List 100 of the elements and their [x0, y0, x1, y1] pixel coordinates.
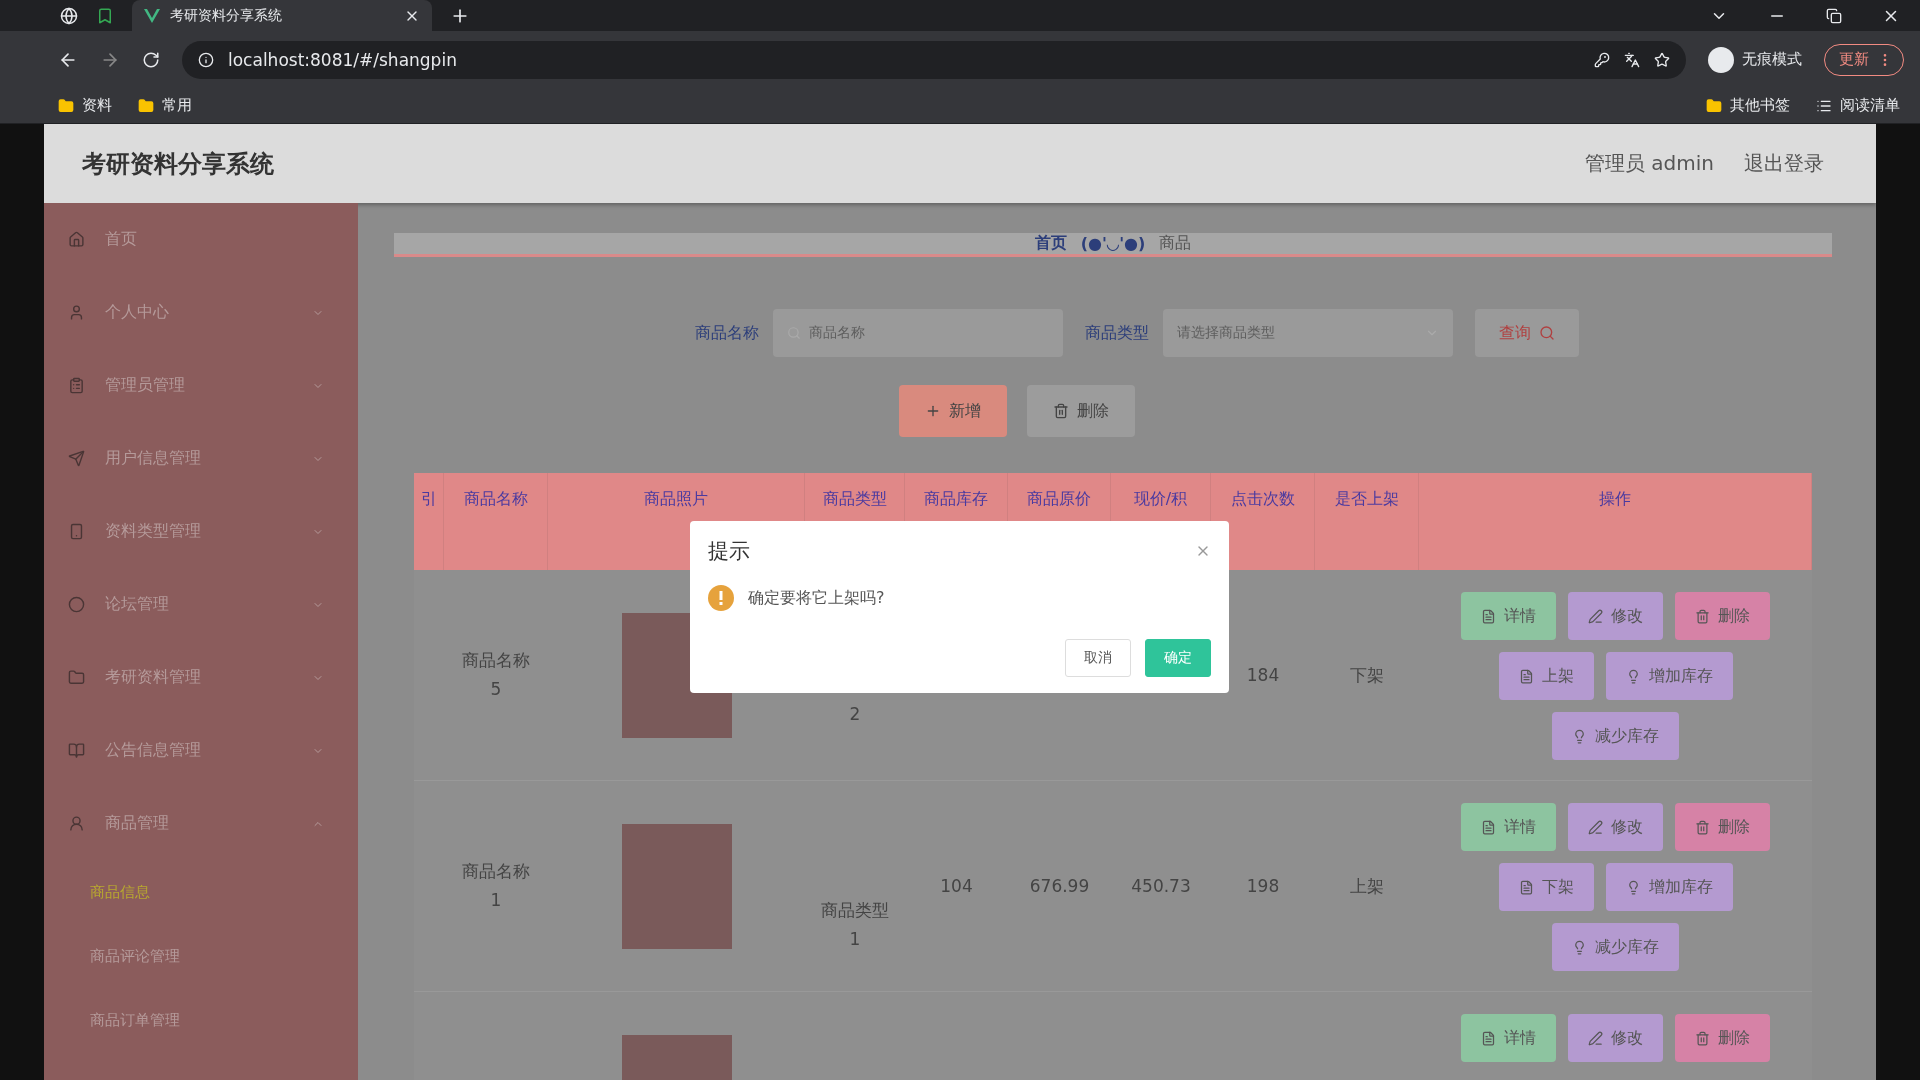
incognito-avatar [1708, 46, 1734, 73]
button-icon [1695, 1030, 1710, 1046]
button-icon [1481, 608, 1496, 624]
breadcrumb-link[interactable]: 首页 [1034, 233, 1067, 254]
button-icon [1572, 939, 1587, 955]
sidebar-item[interactable]: 资料类型管理 [44, 495, 358, 568]
plus-icon [925, 403, 941, 419]
action-button[interactable]: 删除 [1675, 592, 1770, 640]
table-cell-text: 下架 [1350, 663, 1384, 687]
sidebar-item[interactable]: 管理员管理 [44, 349, 358, 422]
bookmark-link[interactable]: 常用 [162, 96, 192, 115]
sidebar-item[interactable]: 论坛管理 [44, 568, 358, 641]
action-button[interactable]: 减少库存 [1552, 923, 1679, 971]
action-button[interactable]: 修改 [1568, 1014, 1663, 1062]
trash-icon [1053, 403, 1069, 419]
action-button[interactable]: 修改 [1568, 803, 1663, 851]
submenu-item[interactable]: 商品订单管理 [44, 988, 358, 1052]
column-header: 商品类型 [822, 489, 887, 510]
profile-label: 无痕模式 [1742, 50, 1802, 69]
column-header: 商品名称 [463, 489, 528, 510]
folder-icon [138, 97, 154, 114]
input-field[interactable]: 商品名称 [773, 309, 1063, 357]
user-label: 管理员 admin [1584, 150, 1714, 177]
table-cell-text: 104 [940, 874, 973, 898]
action-button[interactable]: 修改 [1568, 592, 1663, 640]
bookmark-star-icon[interactable] [1654, 51, 1670, 68]
action-button[interactable]: 详情 [1461, 1014, 1556, 1062]
button-icon [1695, 608, 1710, 624]
button-icon [1588, 819, 1603, 835]
action-button[interactable]: 上架 [1498, 652, 1594, 700]
action-button[interactable]: 减少库存 [1552, 712, 1679, 760]
field-label: 商品类型 [1085, 322, 1149, 344]
column-header: 商品原价 [1027, 489, 1091, 510]
folder-icon [58, 97, 74, 114]
menu-icon [68, 596, 85, 613]
menu-icon [68, 450, 85, 467]
button-icon [1588, 608, 1603, 624]
button-icon [1518, 668, 1534, 684]
address-bar[interactable]: localhost:8081/#/shangpin [182, 40, 1686, 79]
add-button[interactable]: 新增 [899, 385, 1007, 437]
action-button[interactable]: 下架 [1498, 863, 1594, 911]
sidebar-item[interactable]: 首页 [44, 203, 358, 276]
translate-icon[interactable] [1624, 51, 1640, 68]
sidebar-item[interactable]: 商品管理 [44, 787, 358, 860]
submenu-item[interactable]: 商品评论管理 [44, 924, 358, 988]
submenu-item[interactable]: 商品信息 [44, 860, 358, 924]
key-icon[interactable] [1594, 51, 1610, 68]
confirm-button[interactable]: 确定 [1145, 639, 1211, 677]
button-icon [1695, 819, 1710, 835]
action-button[interactable]: 增加库存 [1605, 863, 1733, 911]
action-button[interactable]: 详情 [1461, 803, 1556, 851]
sidebar-item[interactable]: 公告信息管理 [44, 714, 358, 787]
table-cell-text: 商品名称 1 [461, 860, 531, 912]
sidebar-item[interactable]: 用户信息管理 [44, 422, 358, 495]
menu-icon [68, 231, 85, 248]
column-header: 点击次数 [1230, 489, 1295, 510]
info-icon [198, 51, 214, 68]
column-header: 现价/积 [1133, 489, 1188, 510]
bookmark-link[interactable]: 阅读清单 [1840, 96, 1900, 115]
app-title: 考研资料分享系统 [82, 148, 275, 180]
search-icon [1539, 325, 1555, 341]
logout-link[interactable]: 退出登录 [1744, 150, 1824, 177]
browser-tab[interactable]: 考研资料分享系统 [132, 0, 432, 31]
dialog-message: 确定要将它上架吗? [748, 587, 885, 609]
folder-icon [1706, 97, 1722, 114]
reload-icon[interactable] [142, 50, 160, 69]
action-button[interactable]: 删除 [1675, 1014, 1770, 1062]
action-button[interactable]: 增加库存 [1605, 652, 1733, 700]
table-cell-text: 450.73 [1131, 874, 1191, 898]
query-button[interactable]: 查询 [1475, 309, 1579, 357]
action-button[interactable]: 删除 [1675, 803, 1770, 851]
restore-icon[interactable] [1826, 7, 1842, 24]
table-cell-text: 198 [1246, 874, 1280, 898]
sidebar-item[interactable]: 考研资料管理 [44, 641, 358, 714]
column-header: 商品库存 [924, 489, 988, 510]
table-cell-text: 上架 [1350, 874, 1384, 898]
button-icon [1481, 1030, 1496, 1046]
table-cell-text: 184 [1246, 663, 1280, 687]
column-header: 商品照片 [644, 489, 708, 510]
action-button[interactable]: 详情 [1461, 592, 1556, 640]
button-icon [1481, 819, 1496, 835]
cancel-button[interactable]: 取消 [1065, 639, 1131, 677]
menu-icon [68, 669, 85, 686]
sidebar-item[interactable]: 个人中心 [44, 276, 358, 349]
table-cell-text: 2 [849, 702, 861, 726]
select-field[interactable]: 请选择商品类型 [1163, 309, 1453, 357]
bookmark-link[interactable]: 其他书签 [1730, 96, 1790, 115]
menu-icon [68, 304, 85, 321]
warning-icon [708, 585, 734, 611]
column-header: 引 [420, 489, 437, 510]
button-icon [1572, 728, 1587, 744]
table-cell-text: 676.99 [1029, 874, 1090, 898]
field-label: 商品名称 [695, 322, 759, 344]
button-icon [1518, 879, 1534, 895]
breadcrumb-link[interactable]: 商品 [1159, 233, 1192, 254]
table-cell-text: 商品名称 5 [461, 649, 531, 701]
delete-button[interactable]: 删除 [1027, 385, 1135, 437]
dialog-title: 提示 [708, 538, 750, 565]
column-header: 操作 [1599, 489, 1631, 510]
bookmark-link[interactable]: 资料 [82, 96, 112, 115]
